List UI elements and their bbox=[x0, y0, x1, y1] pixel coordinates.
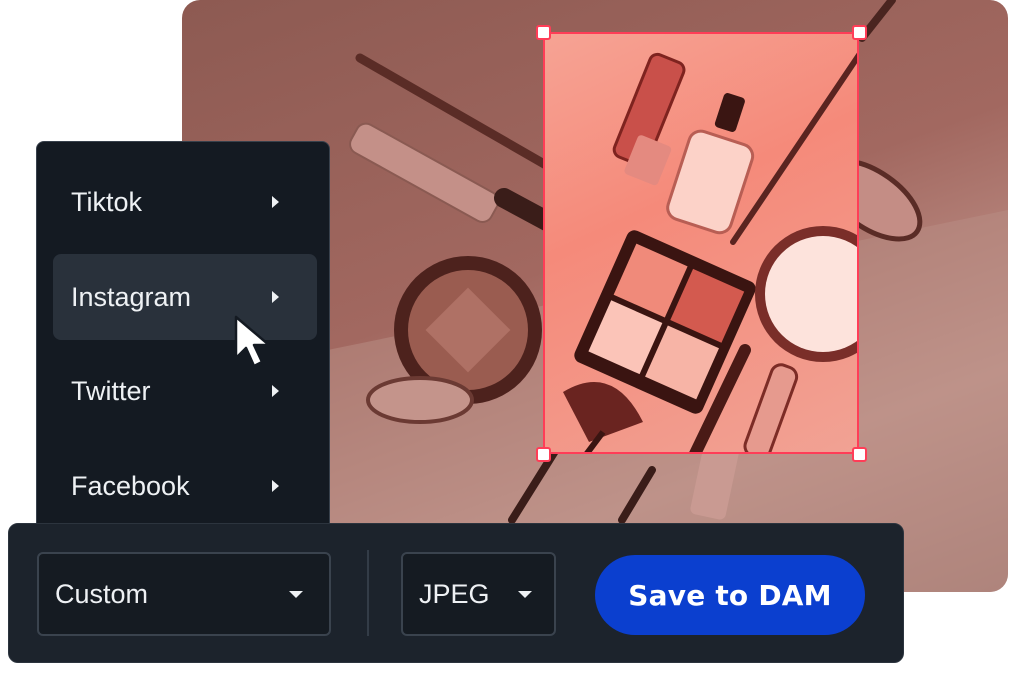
crop-handle-bottom-right[interactable] bbox=[852, 447, 867, 462]
menu-item-tiktok[interactable]: Tiktok bbox=[53, 159, 317, 245]
chevron-right-icon bbox=[272, 196, 279, 208]
mouse-cursor-icon bbox=[234, 315, 271, 368]
menu-item-label: Twitter bbox=[71, 375, 151, 406]
caret-down-icon bbox=[518, 590, 532, 598]
crop-selection[interactable] bbox=[543, 32, 859, 454]
fan-brush bbox=[563, 382, 643, 452]
powder-compact bbox=[755, 226, 857, 362]
export-toolbar: Custom JPEG Save to DAM bbox=[8, 523, 904, 663]
crop-handle-bottom-left[interactable] bbox=[536, 447, 551, 462]
chevron-right-icon bbox=[272, 385, 279, 397]
crop-preview-illustration bbox=[563, 52, 857, 452]
caret-down-icon bbox=[289, 590, 303, 598]
toolbar-divider bbox=[367, 550, 369, 636]
menu-item-label: Instagram bbox=[71, 281, 192, 312]
social-platform-menu: Tiktok Instagram Twitter Facebook bbox=[36, 141, 330, 541]
menu-item-label: Tiktok bbox=[71, 186, 143, 217]
crop-handle-top-right[interactable] bbox=[852, 25, 867, 40]
save-to-dam-button[interactable]: Save to DAM bbox=[595, 555, 865, 635]
file-format-value: JPEG bbox=[419, 578, 490, 609]
file-format-select[interactable]: JPEG bbox=[401, 552, 556, 636]
chevron-right-icon bbox=[272, 480, 279, 492]
size-preset-select[interactable]: Custom bbox=[37, 552, 331, 636]
perfume-bottle bbox=[666, 93, 755, 235]
chevron-right-icon bbox=[272, 291, 279, 303]
menu-item-facebook[interactable]: Facebook bbox=[53, 443, 317, 529]
crop-handle-top-left[interactable] bbox=[536, 25, 551, 40]
lipstick bbox=[612, 52, 686, 186]
menu-item-label: Facebook bbox=[71, 470, 190, 501]
size-preset-value: Custom bbox=[55, 578, 149, 609]
